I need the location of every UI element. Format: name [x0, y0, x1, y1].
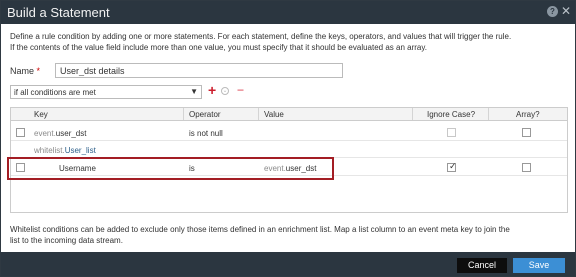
operator-cell: is not null: [189, 129, 223, 138]
build-statement-dialog: Build a Statement ? ✕ Define a rule cond…: [0, 0, 576, 277]
condition-selected-value: if all conditions are met: [14, 88, 96, 97]
dialog-titlebar: Build a Statement ? ✕: [1, 1, 575, 24]
required-marker: *: [36, 66, 41, 76]
description-line-2: If the contents of the value field inclu…: [10, 43, 427, 52]
name-label: Name *: [10, 66, 41, 76]
whitelist-footnote: Whitelist conditions can be added to exc…: [10, 224, 572, 246]
footnote-line-1: Whitelist conditions can be added to exc…: [10, 225, 510, 234]
description-line-1: Define a rule condition by adding one or…: [10, 32, 512, 41]
highlight-box: [7, 157, 334, 180]
add-circle-icon[interactable]: ⌄: [221, 87, 229, 95]
add-icon[interactable]: +: [208, 83, 216, 97]
chevron-down-icon: ▼: [190, 87, 198, 96]
column-divider: [258, 108, 259, 120]
condition-select[interactable]: if all conditions are met ▼: [10, 85, 202, 99]
dialog-footer: Cancel Save: [1, 252, 575, 276]
help-icon[interactable]: ?: [547, 6, 558, 17]
column-header-ignore-case[interactable]: Ignore Case?: [427, 110, 475, 119]
cancel-button[interactable]: Cancel: [457, 258, 507, 273]
column-header-array[interactable]: Array?: [516, 110, 540, 119]
column-divider: [412, 108, 413, 120]
table-row[interactable]: event.user_dst is not null: [11, 125, 567, 141]
key-cell: whitelist.User_list: [34, 146, 96, 155]
dialog-title: Build a Statement: [7, 5, 110, 20]
column-header-operator[interactable]: Operator: [189, 110, 221, 119]
column-divider: [183, 108, 184, 120]
checkmark-icon: ✓: [449, 161, 457, 171]
column-header-value[interactable]: Value: [264, 110, 284, 119]
ignore-case-checkbox[interactable]: [447, 128, 456, 137]
name-input[interactable]: [55, 63, 343, 78]
array-checkbox[interactable]: [522, 163, 531, 172]
table-header: Key Operator Value Ignore Case? Array?: [11, 108, 567, 121]
remove-icon[interactable]: −: [237, 83, 244, 97]
dialog-description: Define a rule condition by adding one or…: [10, 31, 570, 53]
column-header-key[interactable]: Key: [34, 110, 48, 119]
close-icon[interactable]: ✕: [561, 4, 571, 18]
key-cell: event.user_dst: [34, 129, 87, 138]
save-button[interactable]: Save: [513, 258, 565, 273]
column-divider: [488, 108, 489, 120]
row-select-checkbox[interactable]: [16, 128, 25, 137]
footnote-line-2: list to the incoming data stream.: [10, 236, 123, 245]
array-checkbox[interactable]: [522, 128, 531, 137]
ignore-case-checkbox[interactable]: ✓: [447, 161, 457, 172]
table-row[interactable]: whitelist.User_list: [11, 142, 567, 158]
